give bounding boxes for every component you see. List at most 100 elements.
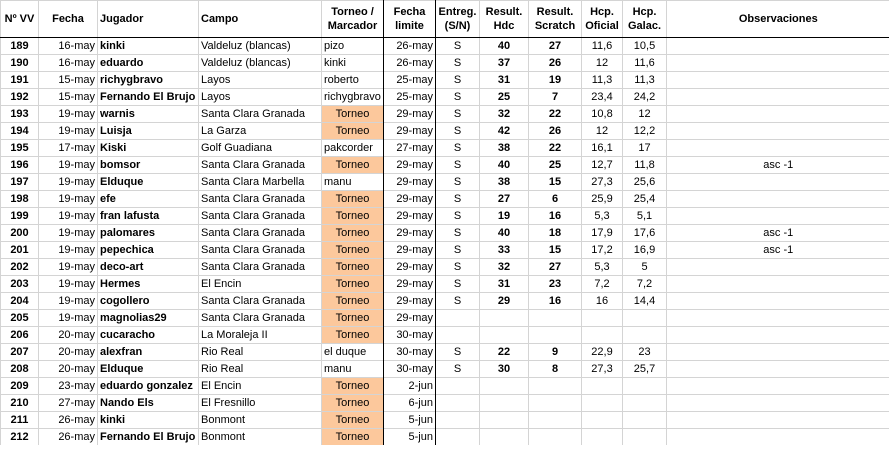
cell-result-hdc[interactable]: 37 — [479, 54, 529, 72]
cell-fecha-limite[interactable]: 29-may — [383, 241, 436, 259]
cell-hcp-oficial[interactable]: 17,2 — [581, 241, 623, 259]
cell-observaciones[interactable] — [666, 54, 889, 72]
cell-result-hdc[interactable]: 29 — [479, 292, 529, 310]
cell-observaciones[interactable]: asc -1 — [666, 224, 889, 242]
cell-hcp-galac[interactable]: 24,2 — [622, 88, 667, 106]
cell-result-hdc[interactable]: 31 — [479, 275, 529, 293]
cell-entregado[interactable]: S — [435, 173, 480, 191]
cell-hcp-oficial[interactable] — [581, 394, 623, 412]
cell-result-scratch[interactable]: 8 — [528, 360, 582, 378]
header-jugador[interactable]: Jugador — [97, 0, 199, 38]
cell-hcp-oficial[interactable]: 7,2 — [581, 275, 623, 293]
cell-fecha[interactable]: 19-may — [38, 258, 98, 276]
cell-fecha[interactable]: 19-may — [38, 105, 98, 123]
cell-fecha[interactable]: 19-may — [38, 207, 98, 225]
cell-campo[interactable]: Santa Clara Granada — [198, 156, 322, 174]
cell-torneo-marcador[interactable]: Torneo — [321, 428, 384, 446]
cell-result-hdc[interactable]: 31 — [479, 71, 529, 89]
cell-fecha[interactable]: 19-may — [38, 224, 98, 242]
cell-observaciones[interactable] — [666, 88, 889, 106]
cell-hcp-oficial[interactable]: 27,3 — [581, 360, 623, 378]
cell-hcp-galac[interactable]: 10,5 — [622, 37, 667, 55]
cell-fecha-limite[interactable]: 30-may — [383, 326, 436, 344]
cell-fecha-limite[interactable]: 29-may — [383, 156, 436, 174]
cell-entregado[interactable]: S — [435, 275, 480, 293]
cell-observaciones[interactable] — [666, 139, 889, 157]
cell-entregado[interactable]: S — [435, 207, 480, 225]
cell-torneo-marcador[interactable]: Torneo — [321, 377, 384, 395]
cell-torneo-marcador[interactable]: Torneo — [321, 394, 384, 412]
cell-campo[interactable]: Rio Real — [198, 343, 322, 361]
cell-num[interactable]: 190 — [0, 54, 39, 72]
cell-entregado[interactable]: S — [435, 71, 480, 89]
cell-num[interactable]: 198 — [0, 190, 39, 208]
cell-jugador[interactable]: Nando Els — [97, 394, 199, 412]
cell-result-hdc[interactable]: 40 — [479, 224, 529, 242]
cell-result-scratch[interactable] — [528, 411, 582, 429]
cell-hcp-galac[interactable]: 23 — [622, 343, 667, 361]
cell-num[interactable]: 207 — [0, 343, 39, 361]
cell-entregado[interactable]: S — [435, 258, 480, 276]
cell-fecha-limite[interactable]: 29-may — [383, 275, 436, 293]
cell-campo[interactable]: El Encin — [198, 275, 322, 293]
cell-fecha-limite[interactable]: 29-may — [383, 309, 436, 327]
cell-campo[interactable]: Layos — [198, 71, 322, 89]
cell-torneo-marcador[interactable]: Torneo — [321, 224, 384, 242]
cell-hcp-galac[interactable]: 16,9 — [622, 241, 667, 259]
cell-result-hdc[interactable]: 33 — [479, 241, 529, 259]
cell-hcp-oficial[interactable]: 12 — [581, 122, 623, 140]
cell-result-scratch[interactable]: 7 — [528, 88, 582, 106]
cell-campo[interactable]: La Moraleja II — [198, 326, 322, 344]
cell-result-hdc[interactable]: 38 — [479, 173, 529, 191]
cell-fecha[interactable]: 15-may — [38, 88, 98, 106]
header-campo[interactable]: Campo — [198, 0, 322, 38]
cell-torneo-marcador[interactable]: pakcorder — [321, 139, 384, 157]
cell-fecha[interactable]: 16-may — [38, 54, 98, 72]
cell-num[interactable]: 197 — [0, 173, 39, 191]
cell-observaciones[interactable]: asc -1 — [666, 241, 889, 259]
cell-jugador[interactable]: eduardo gonzalez — [97, 377, 199, 395]
cell-entregado[interactable]: S — [435, 292, 480, 310]
cell-campo[interactable]: Rio Real — [198, 360, 322, 378]
cell-torneo-marcador[interactable]: pizo — [321, 37, 384, 55]
cell-num[interactable]: 205 — [0, 309, 39, 327]
cell-fecha-limite[interactable]: 29-may — [383, 224, 436, 242]
cell-result-scratch[interactable]: 23 — [528, 275, 582, 293]
cell-campo[interactable]: Santa Clara Granada — [198, 105, 322, 123]
cell-entregado[interactable]: S — [435, 139, 480, 157]
cell-fecha-limite[interactable]: 30-may — [383, 360, 436, 378]
cell-jugador[interactable]: Fernando El Brujo — [97, 88, 199, 106]
header-observaciones[interactable]: Observaciones — [666, 0, 889, 38]
cell-entregado[interactable]: S — [435, 88, 480, 106]
cell-entregado[interactable] — [435, 394, 480, 412]
cell-entregado[interactable]: S — [435, 224, 480, 242]
cell-hcp-galac[interactable]: 11,6 — [622, 54, 667, 72]
cell-jugador[interactable]: eduardo — [97, 54, 199, 72]
cell-fecha-limite[interactable]: 5-jun — [383, 428, 436, 446]
cell-observaciones[interactable] — [666, 377, 889, 395]
cell-result-scratch[interactable] — [528, 428, 582, 446]
cell-result-hdc[interactable]: 19 — [479, 207, 529, 225]
cell-hcp-galac[interactable] — [622, 309, 667, 327]
cell-result-scratch[interactable]: 15 — [528, 173, 582, 191]
cell-result-hdc[interactable]: 27 — [479, 190, 529, 208]
cell-fecha[interactable]: 20-may — [38, 343, 98, 361]
cell-entregado[interactable]: S — [435, 360, 480, 378]
cell-hcp-oficial[interactable]: 22,9 — [581, 343, 623, 361]
cell-result-scratch[interactable] — [528, 326, 582, 344]
cell-result-scratch[interactable]: 22 — [528, 105, 582, 123]
cell-fecha-limite[interactable]: 26-may — [383, 54, 436, 72]
cell-result-hdc[interactable]: 32 — [479, 105, 529, 123]
cell-num[interactable]: 191 — [0, 71, 39, 89]
cell-fecha[interactable]: 19-may — [38, 190, 98, 208]
cell-hcp-oficial[interactable]: 5,3 — [581, 207, 623, 225]
cell-hcp-oficial[interactable]: 11,3 — [581, 71, 623, 89]
cell-result-hdc[interactable]: 25 — [479, 88, 529, 106]
cell-hcp-galac[interactable] — [622, 411, 667, 429]
cell-result-hdc[interactable]: 40 — [479, 156, 529, 174]
cell-fecha[interactable]: 20-may — [38, 326, 98, 344]
header-hcp-oficial[interactable]: Hcp. Oficial — [581, 0, 623, 38]
cell-result-scratch[interactable]: 9 — [528, 343, 582, 361]
cell-hcp-oficial[interactable]: 12 — [581, 54, 623, 72]
cell-num[interactable]: 211 — [0, 411, 39, 429]
